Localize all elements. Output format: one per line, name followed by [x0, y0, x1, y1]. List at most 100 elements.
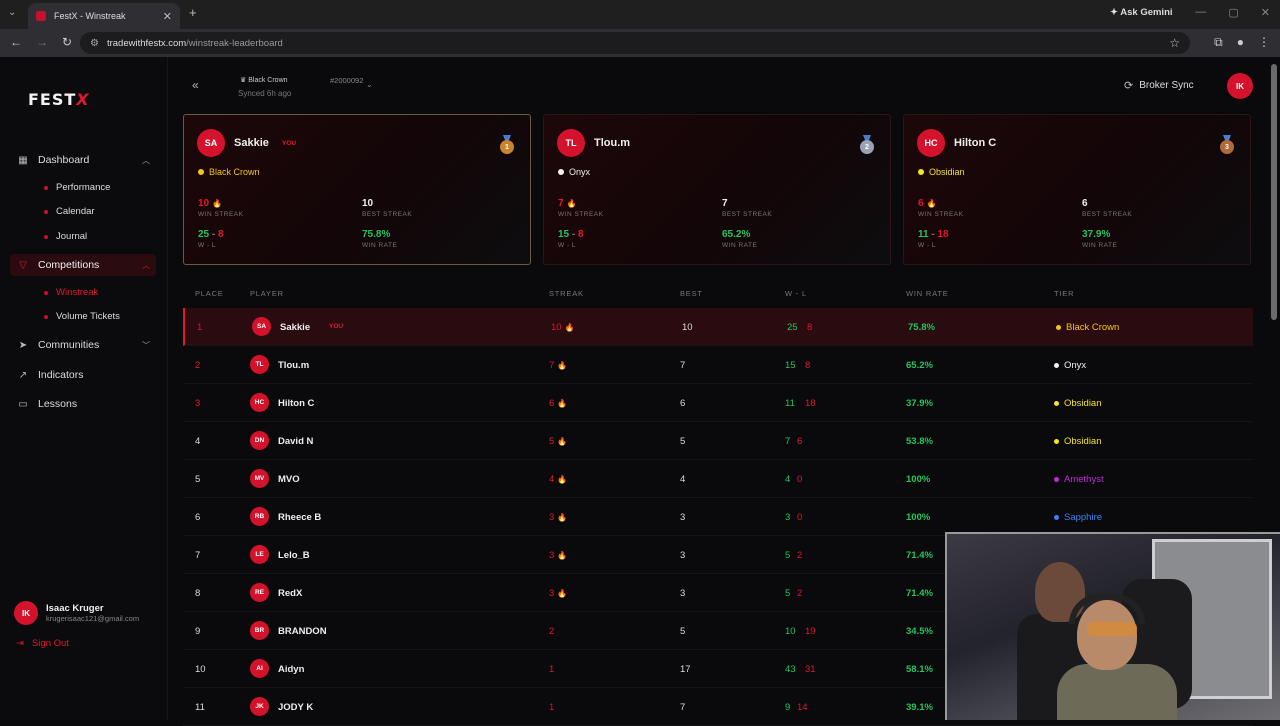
new-tab-icon[interactable]: + — [189, 5, 197, 20]
url-domain: tradewithfestx.com — [106, 37, 187, 49]
broker-sync-button[interactable]: ⟳ Broker Sync — [1124, 74, 1216, 96]
podium-card[interactable]: TL Tlou.m Onyx 2 7 🔥 WIN STREAK 7 BEST ST… — [543, 114, 891, 265]
bookmark-star-icon[interactable]: ☆ — [1169, 36, 1180, 50]
url-field[interactable]: ⚙ tradewithfestx.com/winstreak-leaderboa… — [80, 32, 1190, 54]
table-row[interactable]: 2 TL Tlou.m 7 🔥 7 15 8 65.2% Onyx — [183, 346, 1253, 384]
collapse-sidebar-icon[interactable]: « — [192, 78, 199, 92]
sidebar-item-journal[interactable]: Journal — [44, 231, 87, 242]
browser-actions: ⧉ ● ⋮ — [1214, 35, 1270, 50]
medal-icon: 2 — [860, 135, 874, 154]
avatar[interactable]: IK — [1227, 73, 1253, 99]
table-row[interactable]: 3 HC Hilton C 6 🔥 6 11 18 37.9% Obsidian — [183, 384, 1253, 422]
losses-cell: 0 — [797, 512, 803, 523]
sidebar-item-lessons[interactable]: ▭ Lessons — [10, 393, 156, 415]
you-badge: YOU — [282, 140, 297, 147]
wl-stat: 11 - 18 W - L — [918, 229, 949, 249]
table-header: PLACE PLAYER STREAK BEST W - L WIN RATE … — [183, 282, 1253, 304]
flame-icon: 🔥 — [557, 475, 568, 484]
tier-dot-icon — [1054, 439, 1059, 444]
back-icon[interactable]: ← — [10, 35, 22, 49]
podium-card[interactable]: HC Hilton C Obsidian 3 6 🔥 WIN STREAK 6 B… — [903, 114, 1251, 265]
win-rate-label: WIN RATE — [1082, 242, 1118, 249]
col-win-rate: WIN RATE — [906, 289, 949, 298]
browser-tabbar: ⌄ FestX - Winstreak ✕ + ✦ Ask Gemini — ▢… — [0, 0, 1280, 29]
sidebar-item-volume-tickets[interactable]: Volume Tickets — [44, 311, 120, 322]
bullet-icon — [44, 185, 48, 190]
tier-dot-icon — [1054, 515, 1059, 520]
sidebar-item-calendar[interactable]: Calendar — [44, 206, 95, 217]
win-streak-value: 7 🔥 — [558, 198, 577, 209]
site-info-icon[interactable]: ⚙ — [90, 38, 99, 49]
wins-cell: 10 — [785, 626, 796, 637]
sidebar-item-indicators[interactable]: ↗ Indicators — [10, 364, 156, 386]
medal-rank: 2 — [860, 140, 874, 154]
sidebar-item-competitions[interactable]: ▽ Competitions ︿ — [10, 254, 156, 276]
best-streak-label: BEST STREAK — [722, 211, 773, 218]
player-name: Tlou.m — [594, 137, 631, 149]
forward-icon[interactable]: → — [36, 35, 48, 49]
reload-icon[interactable]: ↻ — [62, 35, 72, 49]
chart-line-icon: ↗ — [18, 369, 28, 381]
place-cell: 4 — [195, 436, 201, 447]
sidebar-item-winstreak[interactable]: Winstreak — [44, 287, 98, 298]
streak-cell: 3 🔥 — [549, 550, 568, 561]
festx-logo[interactable]: FESTX — [28, 90, 90, 109]
tier-dot-icon — [198, 169, 204, 175]
player-name: Rheece B — [278, 512, 322, 523]
win-rate-stat: 75.8% WIN RATE — [362, 229, 397, 249]
maximize-icon[interactable]: ▢ — [1228, 6, 1238, 19]
close-window-icon[interactable]: ✕ — [1261, 6, 1270, 19]
player-name: BRANDON — [278, 626, 327, 637]
page-scrollbar[interactable] — [1271, 64, 1277, 320]
win-rate-cell: 100% — [906, 512, 931, 523]
player-name: Tlou.m — [278, 360, 310, 371]
browser-tab[interactable]: FestX - Winstreak ✕ — [28, 3, 180, 29]
bullet-icon — [44, 314, 48, 319]
col-place: PLACE — [195, 289, 224, 298]
player-name: Hilton C — [278, 398, 315, 409]
table-row[interactable]: 6 RB Rheece B 3 🔥 3 3 0 100% Sapphire — [183, 498, 1253, 536]
extensions-icon[interactable]: ⧉ — [1214, 35, 1223, 50]
user-profile[interactable]: IK Isaac Kruger krugerisaac121@gmail.com — [14, 601, 139, 625]
table-row[interactable]: 1 SA Sakkie YOU 10 🔥 10 25 8 75.8% Black … — [183, 308, 1253, 346]
minimize-icon[interactable]: — — [1195, 6, 1206, 19]
flame-icon: 🔥 — [557, 399, 568, 408]
ask-gemini-label: Ask Gemini — [1120, 7, 1173, 18]
win-rate-value: 65.2% — [722, 229, 751, 240]
sidebar-item-communities[interactable]: ➤ Communities ﹀ — [10, 334, 156, 356]
sign-out-button[interactable]: ⇥ Sign Out — [16, 638, 69, 649]
chevron-down-icon: ﹀ — [142, 340, 150, 350]
account-selector[interactable]: ♛ Black Crown #2000092 Synced 6h ago ⌄ — [230, 72, 380, 100]
tier-dot-icon — [1054, 401, 1059, 406]
close-tab-icon[interactable]: ✕ — [163, 10, 172, 23]
wl-value: 25 - 8 — [198, 229, 224, 240]
place-cell: 10 — [195, 664, 206, 675]
chevron-up-icon: ︿ — [142, 260, 150, 270]
sidebar-item-performance[interactable]: Performance — [44, 182, 110, 193]
col-best: BEST — [680, 289, 703, 298]
win-rate-cell: 37.9% — [906, 398, 933, 409]
table-row[interactable]: 4 DN David N 5 🔥 5 7 6 53.8% Obsidian — [183, 422, 1253, 460]
you-badge: YOU — [329, 323, 344, 330]
sidebar-item-label: Communities — [38, 339, 100, 351]
tab-search-icon[interactable]: ⌄ — [8, 7, 16, 18]
tier-label: Black Crown — [209, 167, 260, 177]
streak-cell: 2 — [549, 626, 555, 637]
col-wl: W - L — [785, 289, 807, 298]
best-cell: 6 — [680, 398, 686, 409]
flame-icon: 🔥 — [564, 323, 575, 332]
avatar: TL — [250, 355, 269, 374]
losses-cell: 6 — [797, 436, 803, 447]
best-cell: 5 — [680, 626, 686, 637]
losses-cell: 8 — [807, 322, 813, 333]
podium-card[interactable]: SA Sakkie YOU Black Crown 1 10 🔥 WIN STRE… — [183, 114, 531, 265]
menu-icon[interactable]: ⋮ — [1258, 35, 1270, 50]
profile-icon[interactable]: ● — [1237, 35, 1244, 50]
user-name: Isaac Kruger — [46, 603, 104, 614]
table-row[interactable]: 5 MV MVO 4 🔥 4 4 0 100% Amethyst — [183, 460, 1253, 498]
tier-cell: Amethyst — [1054, 474, 1104, 485]
ask-gemini-button[interactable]: ✦ Ask Gemini — [1110, 7, 1173, 18]
place-cell: 2 — [195, 360, 201, 371]
tier-cell: Obsidian — [1054, 398, 1102, 409]
sidebar-item-dashboard[interactable]: ▦ Dashboard ︿ — [10, 149, 156, 171]
